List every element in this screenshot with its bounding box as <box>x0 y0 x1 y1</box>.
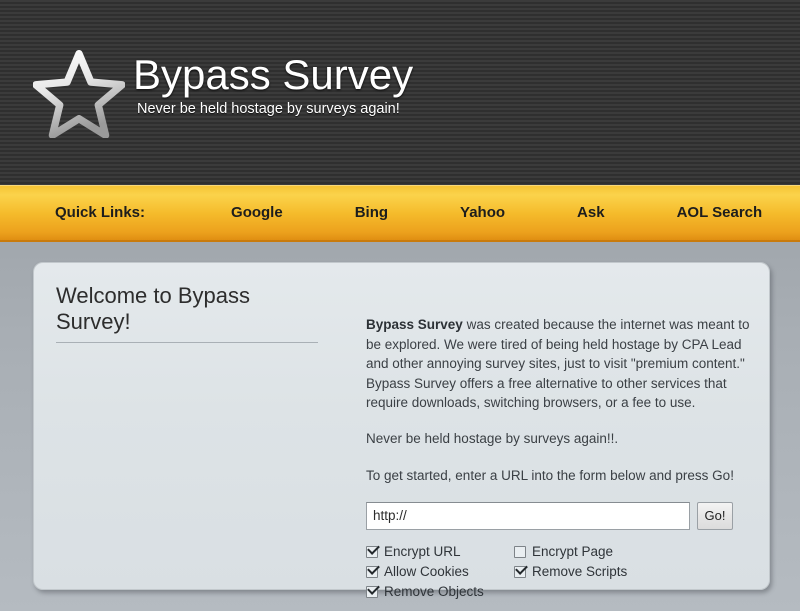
star-outline-icon <box>32 50 126 139</box>
quick-links-label: Quick Links: <box>55 204 146 221</box>
nav-link-yahoo[interactable]: Yahoo <box>460 204 505 221</box>
header-branding: Bypass Survey Never be held hostage by s… <box>32 48 414 139</box>
option-remove-scripts[interactable]: Remove Scripts <box>514 564 751 580</box>
url-form: Go! <box>366 501 751 530</box>
option-label-encrypt-url: Encrypt URL <box>384 543 461 559</box>
brand-text-block: Bypass Survey Never be held hostage by s… <box>133 48 414 118</box>
tagline-paragraph: Never be held hostage by surveys again!!… <box>366 430 619 446</box>
intro-brand-emphasis: Bypass Survey <box>366 317 463 332</box>
checkbox-allow-cookies[interactable] <box>366 565 378 578</box>
instructions-paragraph: To get started, enter a URL into the for… <box>366 468 734 483</box>
checkbox-remove-scripts[interactable] <box>514 565 526 578</box>
intro-paragraph: Bypass Survey was created because the in… <box>366 315 751 413</box>
nav-link-google[interactable]: Google <box>231 204 283 221</box>
checkbox-remove-objects[interactable] <box>366 585 378 598</box>
option-remove-objects[interactable]: Remove Objects <box>366 584 514 600</box>
nav-link-bing[interactable]: Bing <box>355 204 388 221</box>
checkbox-encrypt-page[interactable] <box>514 545 526 558</box>
option-label-encrypt-page: Encrypt Page <box>532 543 614 559</box>
option-label-remove-objects: Remove Objects <box>384 583 484 599</box>
nav-link-ask[interactable]: Ask <box>577 204 605 221</box>
checkbox-encrypt-url[interactable] <box>366 545 378 558</box>
go-button[interactable]: Go! <box>697 501 733 530</box>
option-label-remove-scripts: Remove Scripts <box>532 563 628 579</box>
page-root: Bypass Survey Never be held hostage by s… <box>0 0 800 611</box>
quick-links-navbar: Quick Links: Google Bing Yahoo Ask AOL S… <box>0 185 800 242</box>
page-title: Welcome to Bypass Survey! <box>56 283 318 343</box>
site-header: Bypass Survey Never be held hostage by s… <box>0 0 800 185</box>
option-encrypt-url[interactable]: Encrypt URL <box>366 544 514 560</box>
option-label-allow-cookies: Allow Cookies <box>384 563 469 579</box>
site-title: Bypass Survey <box>133 51 414 98</box>
intro-and-form-column: Bypass Survey was created because the in… <box>366 315 751 600</box>
main-content-panel: Welcome to Bypass Survey! Bypass Survey … <box>33 262 770 599</box>
nav-link-aol-search[interactable]: AOL Search <box>677 204 763 221</box>
url-input[interactable] <box>366 501 690 530</box>
navbar-items: Quick Links: Google Bing Yahoo Ask AOL S… <box>55 204 762 221</box>
option-allow-cookies[interactable]: Allow Cookies <box>366 564 514 580</box>
site-tagline: Never be held hostage by surveys again! <box>137 101 400 117</box>
option-encrypt-page[interactable]: Encrypt Page <box>514 544 751 560</box>
options-grid: Encrypt URL Encrypt Page Allow Cookies R… <box>366 544 751 600</box>
